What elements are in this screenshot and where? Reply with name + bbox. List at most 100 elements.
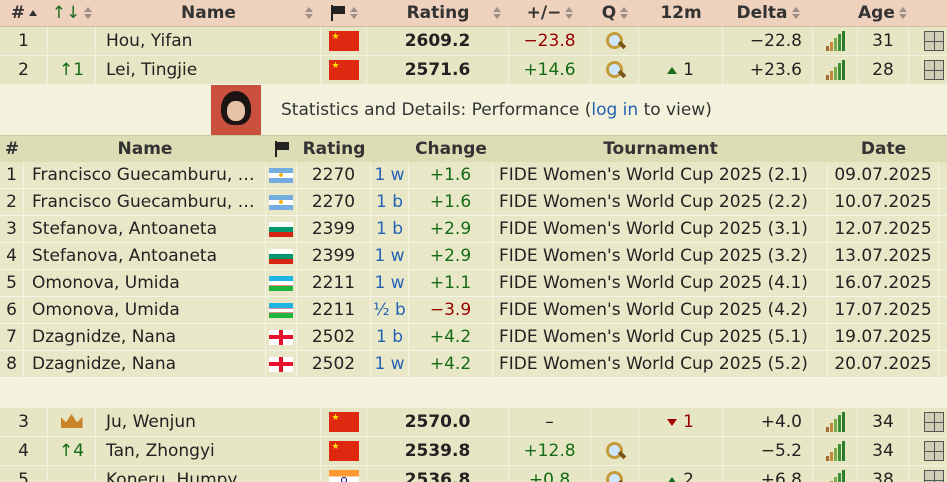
opponent-flag-cell	[266, 270, 297, 296]
col-name[interactable]: Name	[96, 0, 321, 26]
opponent-name-link[interactable]: Dzagnidze, Nana	[32, 327, 176, 347]
game-row[interactable]: 3 Stefanova, Antoaneta 2399 1 b +2.9 FIDE Wom…	[0, 216, 947, 243]
game-row[interactable]: 5 Omonova, Umida 2211 1 w +1.1 FIDE Women's W…	[0, 270, 947, 297]
col-change[interactable]: ↑↓	[48, 0, 96, 26]
login-link[interactable]: log in	[591, 100, 638, 120]
col-delta[interactable]: Delta	[723, 0, 813, 26]
sort-icon	[791, 6, 800, 20]
col-12m[interactable]: 12m	[639, 0, 723, 26]
plusminus-value: –	[545, 412, 554, 432]
magnifier-icon[interactable]	[604, 469, 626, 482]
rating-change: +1.1	[429, 273, 472, 293]
magnifier-icon[interactable]	[604, 440, 626, 462]
game-date: 17.07.2025	[834, 300, 932, 320]
ranking-row[interactable]: 5 Koneru, Humpy 2536.8 +0.8 2 +6.8 38	[0, 466, 947, 482]
col-age[interactable]: Age	[858, 0, 909, 26]
tournament-link[interactable]: FIDE Women's World Cup 2025 (4.2)	[499, 300, 808, 320]
tournament-link[interactable]: FIDE Women's World Cup 2025 (4.1)	[499, 273, 808, 293]
opponent-name-link[interactable]: Francisco Guecamburu, …	[32, 165, 255, 185]
opponent-flag-cell	[266, 243, 297, 269]
col-chart	[813, 0, 858, 26]
result-link[interactable]: 1 w	[374, 354, 404, 374]
grid-icon[interactable]	[923, 441, 944, 461]
game-number-cell: 3	[0, 216, 24, 242]
ranking-row[interactable]: 4 ↑4 Tan, Zhongyi 2539.8 +12.8 −5.2 34	[0, 437, 947, 466]
country-flag-icon	[328, 412, 359, 432]
game-row[interactable]: 4 Stefanova, Antoaneta 2399 1 w +2.9 FIDE Wom…	[0, 243, 947, 270]
result-link[interactable]: 1 b	[376, 219, 403, 239]
game-row[interactable]: 7 Dzagnidze, Nana 2502 1 b +4.2 FIDE Women's …	[0, 324, 947, 351]
result-link[interactable]: 1 b	[376, 192, 403, 212]
player-avatar	[211, 85, 261, 135]
magnifier-icon[interactable]	[604, 30, 626, 52]
tournament-link[interactable]: FIDE Women's World Cup 2025 (2.2)	[499, 192, 808, 212]
ranking-row[interactable]: 3 Ju, Wenjun 2570.0 – 1 +4.0 34	[0, 408, 947, 437]
tournament-link[interactable]: FIDE Women's World Cup 2025 (3.1)	[499, 219, 808, 239]
opponent-cell: Stefanova, Antoaneta	[24, 243, 266, 269]
rank-change-cell: ↑4	[48, 437, 96, 465]
tournament-link[interactable]: FIDE Women's World Cup 2025 (3.2)	[499, 246, 808, 266]
rating-value: 2536.8	[404, 470, 471, 482]
player-name-link[interactable]: Lei, Tingjie	[106, 60, 197, 80]
opponent-name-link[interactable]: Omonova, Umida	[32, 273, 180, 293]
player-name-link[interactable]: Tan, Zhongyi	[106, 441, 215, 461]
game-number: 6	[6, 300, 17, 320]
age-value: 31	[872, 31, 894, 51]
opponent-rating-cell: 2502	[297, 324, 371, 350]
ranking-row[interactable]: 2 ↑1 Lei, Tingjie 2571.6 +14.6 1 +23.6 28	[0, 56, 947, 85]
col-rating[interactable]: Rating	[367, 0, 509, 26]
result-link[interactable]: 1 b	[376, 327, 403, 347]
result-link[interactable]: 1 w	[374, 165, 404, 185]
grid-icon[interactable]	[923, 470, 944, 482]
grid-icon[interactable]	[923, 31, 944, 51]
game-date: 20.07.2025	[834, 354, 932, 374]
rating-change: +1.6	[429, 165, 472, 185]
bar-chart-icon[interactable]	[826, 470, 845, 482]
tournament-link[interactable]: FIDE Women's World Cup 2025 (5.1)	[499, 327, 808, 347]
result-cell: 1 w	[371, 270, 409, 296]
bar-chart-icon[interactable]	[825, 60, 845, 80]
magnifier-icon[interactable]	[604, 59, 626, 81]
game-row[interactable]: 6 Omonova, Umida 2211 ½ b −3.9 FIDE Women's W…	[0, 297, 947, 324]
opponent-name-link[interactable]: Stefanova, Antoaneta	[32, 246, 217, 266]
player-name-link[interactable]: Koneru, Humpy	[106, 470, 237, 482]
flag-cell	[321, 437, 367, 465]
rating-value: 2539.8	[404, 441, 471, 461]
grid-icon[interactable]	[923, 60, 944, 80]
change-cell: −3.9	[409, 297, 493, 323]
opponent-flag-cell	[266, 189, 297, 215]
game-row[interactable]: 2 Francisco Guecamburu, … 2270 1 b +1.6 FIDE …	[0, 189, 947, 216]
opponent-name-link[interactable]: Dzagnidze, Nana	[32, 354, 176, 374]
search-cell	[591, 408, 639, 436]
games-col-rating: Rating	[302, 139, 366, 159]
col-flag[interactable]	[321, 0, 367, 26]
tournament-link[interactable]: FIDE Women's World Cup 2025 (5.2)	[499, 354, 808, 374]
col-plusminus[interactable]: +/−	[509, 0, 591, 26]
opponent-name-link[interactable]: Francisco Guecamburu, …	[32, 192, 255, 212]
tournament-link[interactable]: FIDE Women's World Cup 2025 (2.1)	[499, 165, 808, 185]
games-col-result	[371, 136, 409, 162]
col-rank[interactable]: #	[0, 0, 48, 26]
result-link[interactable]: 1 w	[374, 246, 404, 266]
opponent-cell: Francisco Guecamburu, …	[24, 162, 266, 188]
sort-icon	[493, 6, 501, 20]
bar-chart-icon[interactable]	[825, 31, 845, 51]
search-cell	[591, 27, 639, 55]
game-row[interactable]: 8 Dzagnidze, Nana 2502 1 w +4.2 FIDE Women's …	[0, 351, 947, 378]
rank-cell: 2	[0, 56, 48, 84]
game-row[interactable]: 1 Francisco Guecamburu, … 2270 1 w +1.6 FIDE …	[0, 162, 947, 189]
result-link[interactable]: 1 w	[374, 273, 404, 293]
bar-chart-icon[interactable]	[825, 441, 845, 461]
opponent-name-link[interactable]: Stefanova, Antoaneta	[32, 219, 217, 239]
bar-chart-icon[interactable]	[825, 412, 845, 432]
player-name-link[interactable]: Ju, Wenjun	[106, 412, 196, 432]
player-name-link[interactable]: Hou, Yifan	[106, 31, 192, 51]
col-search[interactable]: Q	[591, 0, 639, 26]
result-link[interactable]: ½ b	[373, 300, 406, 320]
ranking-row[interactable]: 1 Hou, Yifan 2609.2 −23.8 −22.8 31	[0, 27, 947, 56]
flag-cell	[321, 466, 367, 482]
opponent-name-link[interactable]: Omonova, Umida	[32, 300, 180, 320]
delta-cell: +6.8	[723, 466, 813, 482]
delta-value: +4.0	[760, 412, 802, 432]
grid-icon[interactable]	[923, 412, 944, 432]
